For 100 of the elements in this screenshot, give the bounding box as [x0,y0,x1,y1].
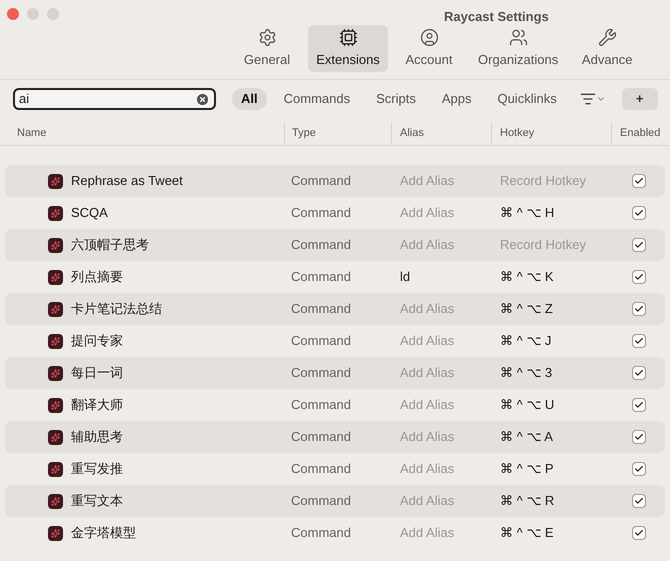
close-button[interactable] [7,8,19,20]
cell-value[interactable]: ⌘ ^ ⌥ U [500,397,554,412]
filter-pill[interactable]: Apps [432,88,480,110]
toolbar-tab[interactable]: General [232,25,302,72]
row-type: Command [291,237,351,252]
search-field[interactable]: ai [13,88,216,110]
column-header[interactable]: Type [292,125,316,142]
row-type: Command [291,269,351,284]
enabled-checkbox[interactable] [632,462,646,476]
row-name: Rephrase as Tweet [71,172,183,190]
cell-value[interactable]: ⌘ ^ ⌥ Z [500,301,553,316]
enabled-checkbox[interactable] [632,270,646,284]
cell-value[interactable]: ⌘ ^ ⌥ 3 [500,365,552,380]
filter-icon [580,91,596,107]
tools-icon [598,28,617,47]
table-row[interactable]: 重写文本 Command Add Alias ⌘ ^ ⌥ R [5,485,665,517]
row-name: 重写文本 [71,492,123,510]
sparkle-icon [48,270,63,284]
row-name: 金字塔模型 [71,524,136,542]
toolbar-tab[interactable]: Advance [572,25,642,72]
enabled-checkbox[interactable] [632,174,646,188]
row-type: Command [291,365,351,380]
sparkle-icon [48,302,63,316]
row-name: 提问专家 [71,332,123,350]
table-row[interactable]: 六顶帽子思考 Command Add Alias Record Hotkey [5,229,665,261]
toolbar-tab[interactable]: Organizations [470,25,566,72]
enabled-checkbox[interactable] [632,334,646,348]
check-icon [634,528,644,538]
row-type: Command [291,205,351,220]
cell-value[interactable]: ⌘ ^ ⌥ H [500,205,554,220]
table-row[interactable]: 列点摘要 Command ld ⌘ ^ ⌥ K [5,261,665,293]
check-icon [634,400,644,410]
sort-menu[interactable] [580,91,606,107]
sparkle-icon [48,526,63,540]
row-type: Command [291,397,351,412]
table-row[interactable]: 辅助思考 Command Add Alias ⌘ ^ ⌥ A [5,421,665,453]
filter-pill[interactable]: Scripts [367,88,425,110]
enabled-checkbox[interactable] [632,430,646,444]
table-row[interactable]: 每日一词 Command Add Alias ⌘ ^ ⌥ 3 [5,357,665,389]
check-icon [634,208,644,218]
gear-icon [258,28,276,47]
row-type: Command [291,429,351,444]
enabled-checkbox[interactable] [632,494,646,508]
table-row[interactable]: 翻译大师 Command Add Alias ⌘ ^ ⌥ U [5,389,665,421]
cell-value[interactable]: ⌘ ^ ⌥ P [500,461,554,476]
column-header[interactable]: Name [17,125,46,142]
toolbar-tab[interactable]: Account [394,25,464,72]
enabled-checkbox[interactable] [632,302,646,316]
check-icon [634,368,644,378]
column-header[interactable]: Hotkey [500,125,534,142]
check-icon [634,464,644,474]
enabled-checkbox[interactable] [632,526,646,540]
sparkle-icon [48,494,63,508]
check-icon [634,336,644,346]
table-row[interactable]: 重写发推 Command Add Alias ⌘ ^ ⌥ P [5,453,665,485]
enabled-checkbox[interactable] [632,398,646,412]
check-icon [634,304,644,314]
row-type: Command [291,333,351,348]
row-name: 六顶帽子思考 [71,236,149,254]
cell-value[interactable]: ⌘ ^ ⌥ A [500,429,553,444]
cell-value[interactable]: ⌘ ^ ⌥ K [500,269,554,284]
row-name: 辅助思考 [71,428,123,446]
toolbar-tab[interactable]: Extensions [308,25,388,72]
enabled-checkbox[interactable] [632,206,646,220]
sparkle-icon [48,430,63,444]
sparkle-icon [48,334,63,348]
row-type: Command [291,301,351,316]
table-row[interactable]: 卡片笔记法总结 Command Add Alias ⌘ ^ ⌥ Z [5,293,665,325]
table-row[interactable]: 提问专家 Command Add Alias ⌘ ^ ⌥ J [5,325,665,357]
check-icon [634,432,644,442]
user-icon [420,28,438,47]
filter-pill[interactable]: Quicklinks [488,88,566,110]
filter-pill[interactable]: All [232,88,267,110]
enabled-checkbox[interactable] [632,366,646,380]
sparkle-icon [48,174,63,188]
sparkle-icon [48,206,63,220]
clear-icon[interactable] [195,92,210,106]
chip-icon [338,28,358,47]
add-button[interactable]: + [622,88,658,110]
cell-value[interactable]: ⌘ ^ ⌥ J [500,333,552,348]
table-row[interactable]: 金字塔模型 Command Add Alias ⌘ ^ ⌥ E [5,517,665,549]
sparkle-icon [48,238,63,252]
row-type: Command [291,493,351,508]
table-row[interactable]: SCQA Command Add Alias ⌘ ^ ⌥ H [5,197,665,229]
row-type: Command [291,461,351,476]
check-icon [634,272,644,282]
column-header[interactable]: Enabled [620,125,660,142]
row-name: 翻译大师 [71,396,123,414]
users-icon [508,28,528,47]
cell-value[interactable]: ld [400,269,410,284]
row-name: 卡片笔记法总结 [71,300,162,318]
table-row[interactable]: Rephrase as Tweet Command Add Alias Record Hotkey [5,165,665,197]
row-name: 列点摘要 [71,268,123,286]
column-header[interactable]: Alias [400,125,424,142]
check-icon [634,496,644,506]
filter-pill[interactable]: Commands [274,88,360,110]
cell-value[interactable]: ⌘ ^ ⌥ R [500,493,554,508]
sparkle-icon [48,462,63,476]
cell-value[interactable]: ⌘ ^ ⌥ E [500,525,554,540]
enabled-checkbox[interactable] [632,238,646,252]
